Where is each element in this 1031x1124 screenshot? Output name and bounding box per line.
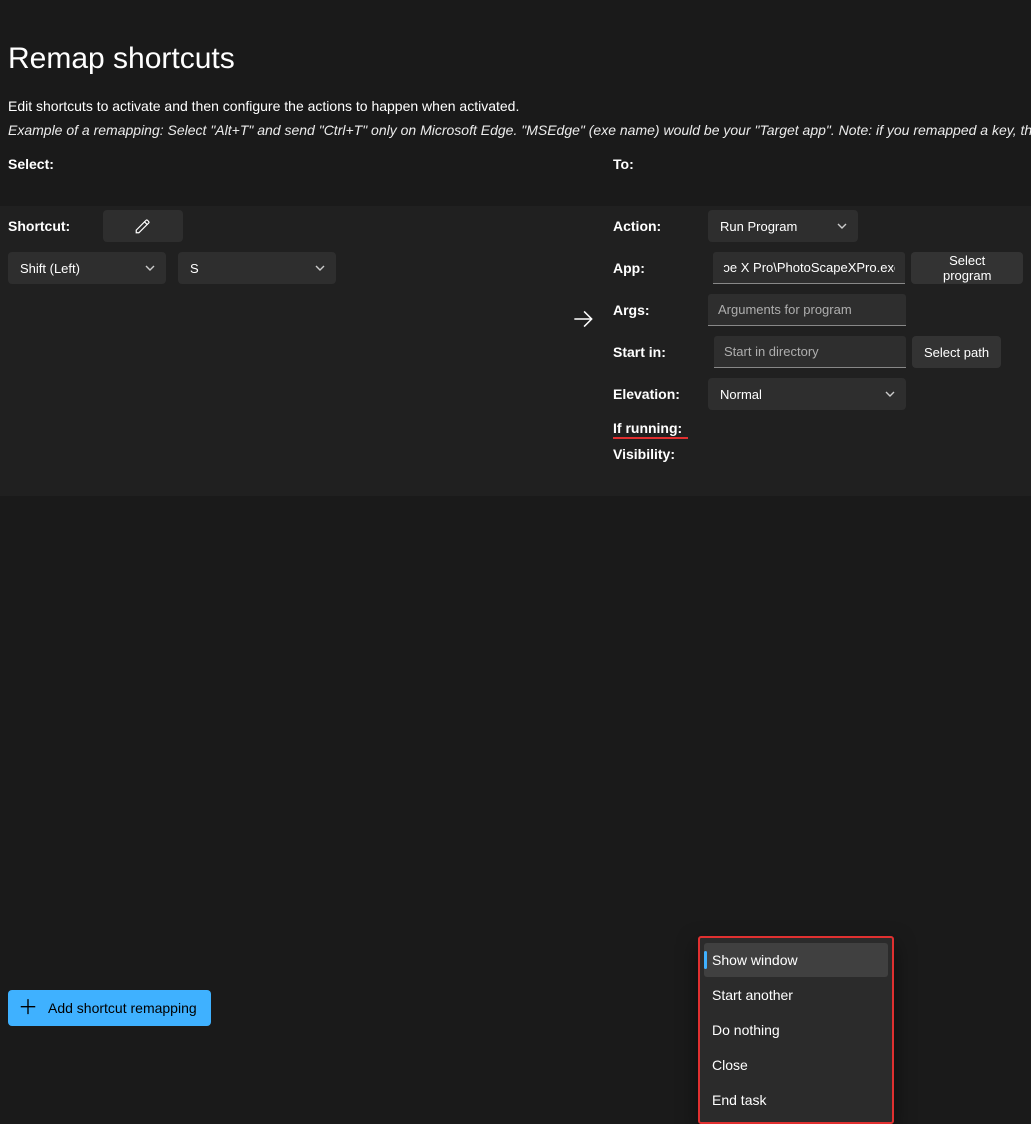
ifrunning-label: If running: bbox=[613, 420, 708, 436]
to-header: To: bbox=[613, 156, 1023, 172]
dropdown-item-end-task[interactable]: End task bbox=[704, 1083, 888, 1117]
visibility-label: Visibility: bbox=[613, 446, 708, 462]
action-value: Run Program bbox=[720, 219, 797, 234]
elevation-value: Normal bbox=[720, 387, 762, 402]
app-input[interactable] bbox=[713, 252, 905, 284]
dropdown-item-close[interactable]: Close bbox=[704, 1048, 888, 1082]
ifrunning-dropdown[interactable]: Show window Start another Do nothing Clo… bbox=[698, 936, 894, 1124]
arrow-right-icon bbox=[570, 306, 596, 332]
startin-input[interactable] bbox=[714, 336, 906, 368]
plus-icon: ＋ bbox=[18, 998, 38, 1018]
action-label: Action: bbox=[613, 218, 708, 234]
elevation-label: Elevation: bbox=[613, 386, 708, 402]
args-input[interactable] bbox=[708, 294, 906, 326]
dropdown-item-show-window[interactable]: Show window bbox=[704, 943, 888, 977]
shortcut-label: Shortcut: bbox=[8, 218, 103, 234]
dropdown-item-start-another[interactable]: Start another bbox=[704, 978, 888, 1012]
select-header: Select: bbox=[8, 156, 553, 172]
example-text: Example of a remapping: Select "Alt+T" a… bbox=[8, 122, 1023, 138]
add-shortcut-button[interactable]: ＋ Add shortcut remapping bbox=[8, 990, 211, 1026]
elevation-select[interactable]: Normal bbox=[708, 378, 906, 410]
key2-select[interactable]: S bbox=[178, 252, 336, 284]
add-shortcut-label: Add shortcut remapping bbox=[48, 1000, 197, 1016]
page-title: Remap shortcuts bbox=[8, 42, 1023, 76]
args-label: Args: bbox=[613, 302, 708, 318]
dropdown-item-do-nothing[interactable]: Do nothing bbox=[704, 1013, 888, 1047]
select-path-button[interactable]: Select path bbox=[912, 336, 1001, 368]
app-label: App: bbox=[613, 260, 707, 276]
startin-label: Start in: bbox=[613, 344, 708, 360]
edit-shortcut-button[interactable] bbox=[103, 210, 183, 242]
pencil-icon bbox=[134, 217, 152, 235]
key2-value: S bbox=[190, 261, 199, 276]
key1-select[interactable]: Shift (Left) bbox=[8, 252, 166, 284]
action-select[interactable]: Run Program bbox=[708, 210, 858, 242]
page-description: Edit shortcuts to activate and then conf… bbox=[8, 98, 1023, 114]
select-program-button[interactable]: Select program bbox=[911, 252, 1023, 284]
key1-value: Shift (Left) bbox=[20, 261, 80, 276]
